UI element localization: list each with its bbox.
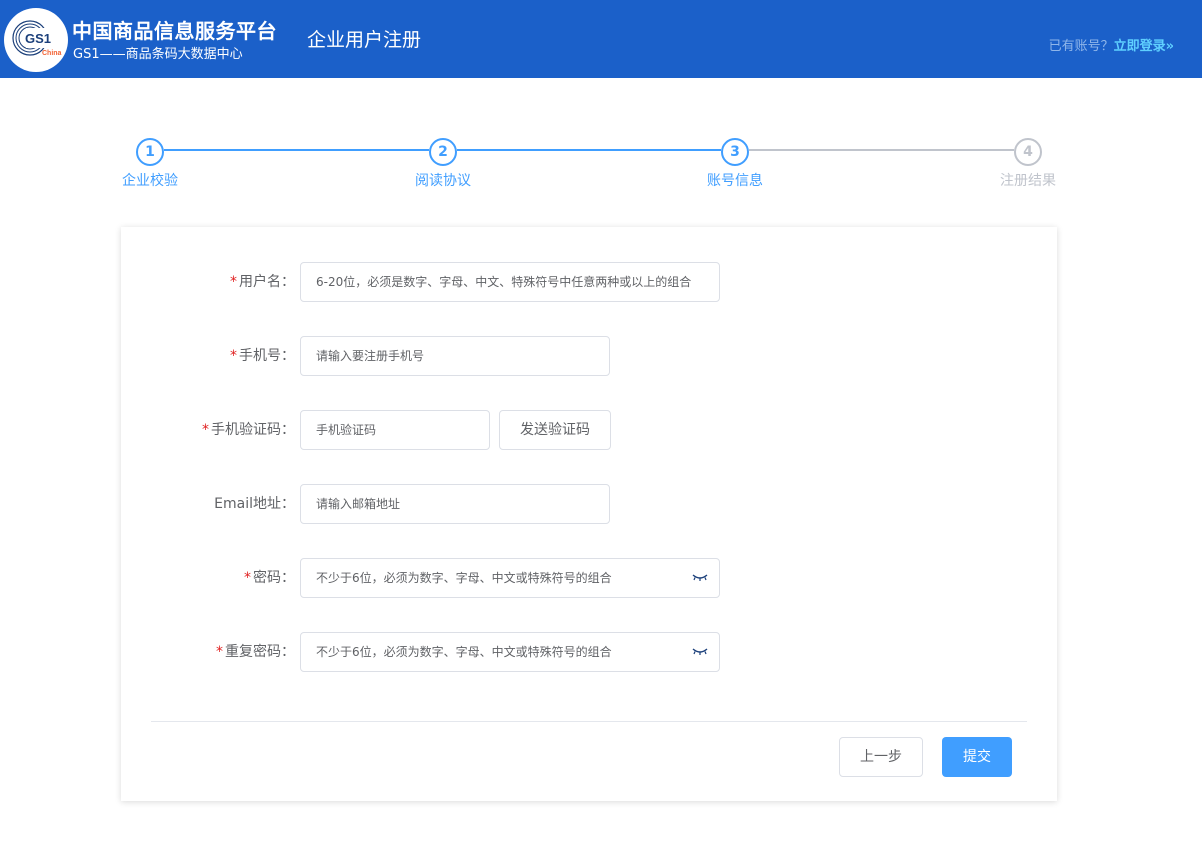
- form-divider: [151, 721, 1027, 722]
- username-input[interactable]: 6-20位，必须是数字、字母、中文、特殊符号中任意两种或以上的组合: [300, 262, 720, 302]
- eye-closed-icon[interactable]: [691, 571, 709, 585]
- step-1-label: 企业校验: [122, 173, 178, 189]
- password-row: * 密码： 不少于6位，必须为数字、字母、中文或特殊符号的组合: [121, 558, 1057, 598]
- prev-step-button[interactable]: 上一步: [839, 737, 923, 777]
- step-connector: [749, 149, 1014, 151]
- required-mark: *: [216, 644, 223, 660]
- sms-code-row: * 手机验证码： 手机验证码 发送验证码: [121, 410, 1057, 450]
- step-4-label: 注册结果: [1000, 173, 1056, 189]
- password-placeholder: 不少于6位，必须为数字、字母、中文或特殊符号的组合: [316, 571, 612, 585]
- username-row: * 用户名： 6-20位，必须是数字、字母、中文、特殊符号中任意两种或以上的组合: [121, 262, 1057, 302]
- confirm-password-row: * 重复密码： 不少于6位，必须为数字、字母、中文或特殊符号的组合: [121, 632, 1057, 672]
- step-2-label: 阅读协议: [415, 173, 471, 189]
- step-3-label: 账号信息: [707, 173, 763, 189]
- password-label: * 密码：: [244, 558, 295, 598]
- step-2-icon: 2: [429, 138, 457, 166]
- sms-code-label-text: 手机验证码：: [211, 422, 295, 438]
- step-connector: [457, 149, 721, 151]
- required-mark: *: [244, 570, 251, 586]
- sms-code-label: * 手机验证码：: [202, 410, 295, 450]
- account-info-form: * 用户名： 6-20位，必须是数字、字母、中文、特殊符号中任意两种或以上的组合 …: [121, 227, 1057, 801]
- phone-input[interactable]: 请输入要注册手机号: [300, 336, 610, 376]
- step-3-icon: 3: [721, 138, 749, 166]
- phone-row: * 手机号： 请输入要注册手机号: [121, 336, 1057, 376]
- sms-code-input[interactable]: 手机验证码: [300, 410, 490, 450]
- password-label-text: 密码：: [253, 570, 295, 586]
- eye-closed-icon[interactable]: [691, 645, 709, 659]
- step-4-icon: 4: [1014, 138, 1042, 166]
- registration-steps: 1 2 3 4 企业校验 阅读协议 账号信息 注册结果: [0, 0, 1202, 200]
- email-input[interactable]: 请输入邮箱地址: [300, 484, 610, 524]
- confirm-password-label: * 重复密码：: [216, 632, 295, 672]
- confirm-password-input[interactable]: 不少于6位，必须为数字、字母、中文或特殊符号的组合: [300, 632, 720, 672]
- required-mark: *: [230, 348, 237, 364]
- step-1-icon: 1: [136, 138, 164, 166]
- email-row: Email地址： 请输入邮箱地址: [121, 484, 1057, 524]
- send-code-button[interactable]: 发送验证码: [499, 410, 611, 450]
- password-input[interactable]: 不少于6位，必须为数字、字母、中文或特殊符号的组合: [300, 558, 720, 598]
- username-label: * 用户名：: [230, 262, 295, 302]
- required-mark: *: [202, 422, 209, 438]
- required-mark: *: [230, 274, 237, 290]
- phone-label-text: 手机号：: [239, 348, 295, 364]
- confirm-password-label-text: 重复密码：: [225, 644, 295, 660]
- phone-label: * 手机号：: [230, 336, 295, 376]
- submit-button[interactable]: 提交: [942, 737, 1012, 777]
- username-label-text: 用户名：: [239, 274, 295, 290]
- step-connector: [164, 149, 429, 151]
- confirm-password-placeholder: 不少于6位，必须为数字、字母、中文或特殊符号的组合: [316, 645, 612, 659]
- email-label: Email地址：: [214, 496, 295, 512]
